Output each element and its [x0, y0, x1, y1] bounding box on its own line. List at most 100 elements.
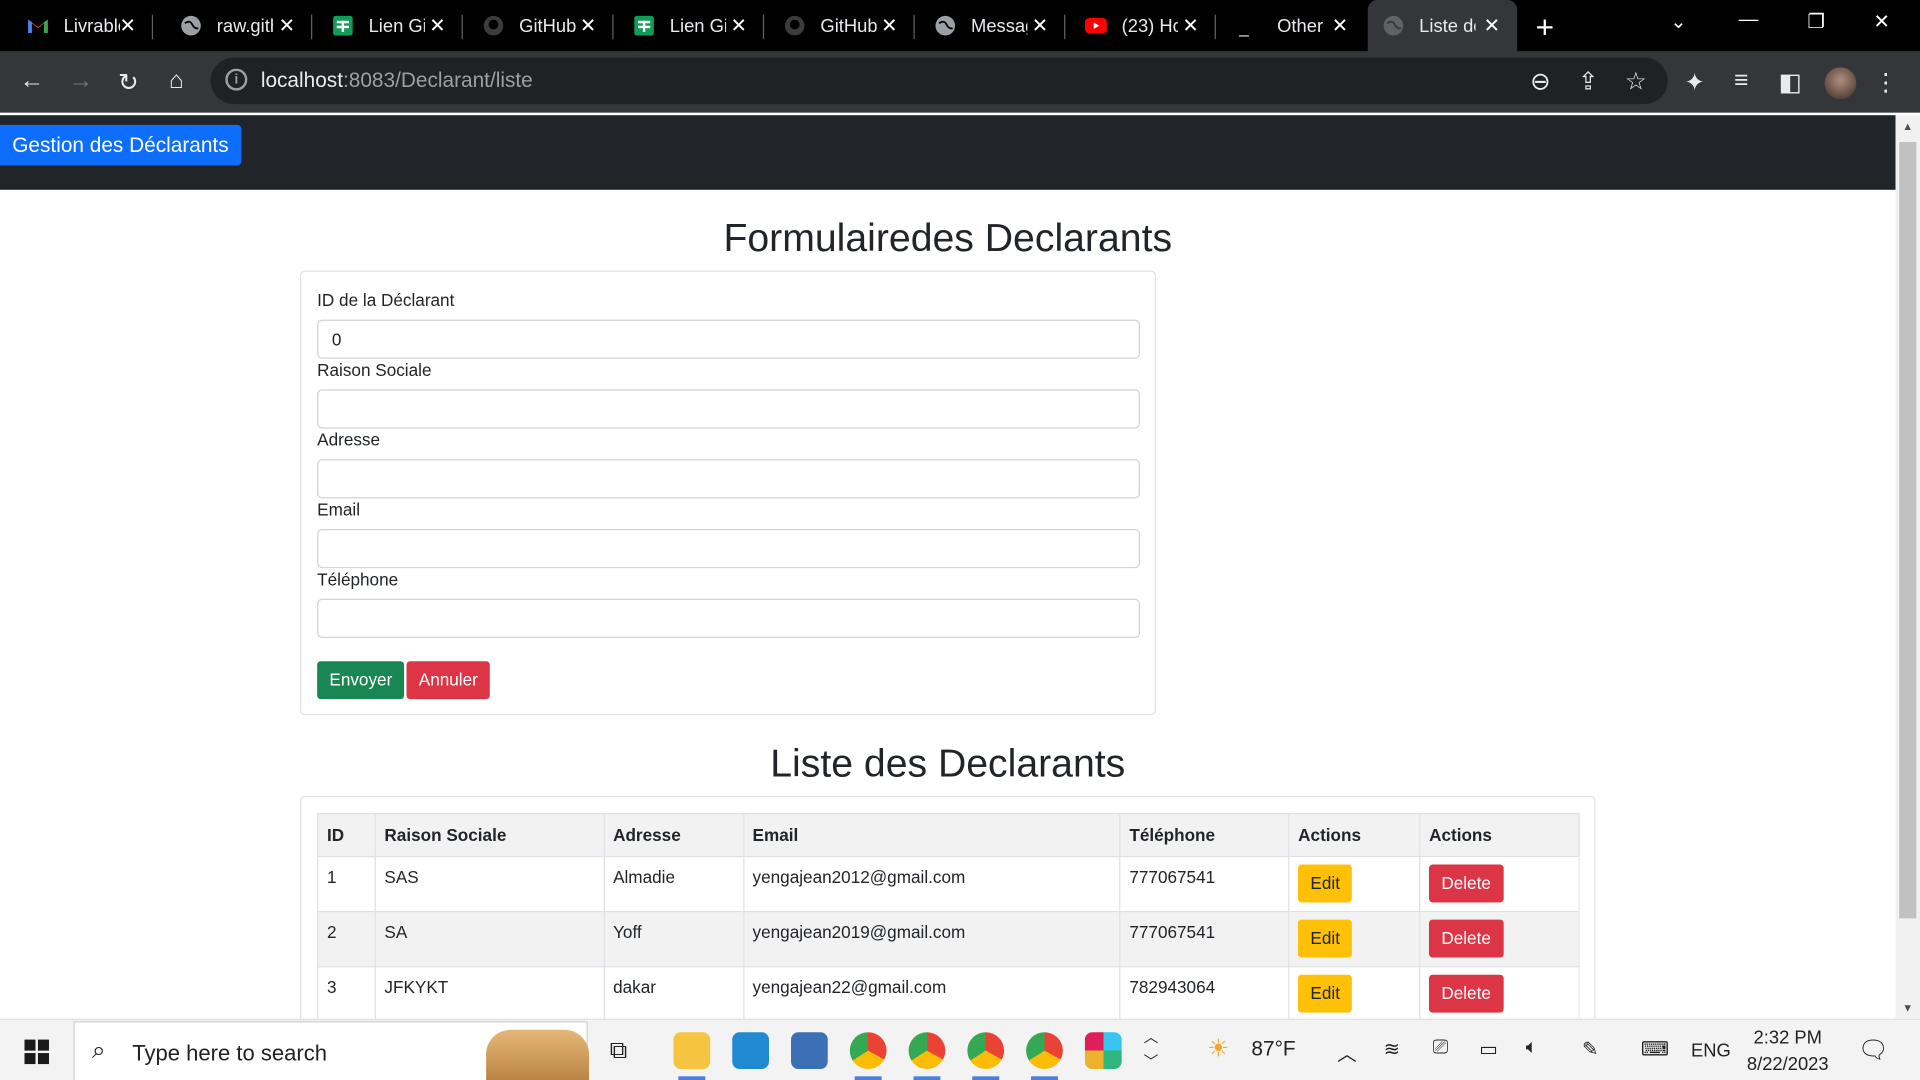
menu-kebab-icon[interactable]: ⋮: [1871, 67, 1900, 98]
youtube-icon: [1084, 15, 1107, 37]
close-window-icon[interactable]: ✕: [1873, 10, 1889, 34]
close-tab-icon[interactable]: ✕: [1332, 13, 1348, 37]
delete-button[interactable]: Delete: [1429, 919, 1504, 958]
tab-github[interactable]: GitHub ✕: [463, 0, 614, 51]
zoom-icon[interactable]: ⊖: [1526, 66, 1555, 97]
extensions-icon[interactable]: ✦: [1680, 67, 1709, 98]
navbar-brand[interactable]: Gestion des Déclarants: [0, 124, 241, 166]
edit-button[interactable]: Edit: [1298, 919, 1353, 958]
clock[interactable]: 2:32 PM 8/22/2023: [1739, 1025, 1837, 1079]
tab-search-icon[interactable]: ⌄: [1670, 10, 1686, 34]
close-tab-icon[interactable]: ✕: [1032, 13, 1048, 37]
table-row: 1 SAS Almadie yengajean2012@gmail.com 77…: [317, 855, 1580, 913]
weather-temperature[interactable]: 87°F: [1251, 1037, 1295, 1061]
telephone-input[interactable]: [317, 598, 1141, 638]
close-tab-icon[interactable]: ✕: [1484, 13, 1500, 37]
cell-delete: Delete: [1419, 966, 1580, 1019]
minimize-icon[interactable]: —: [1739, 10, 1759, 32]
scrollbar-thumb[interactable]: [1899, 142, 1917, 919]
raison-sociale-input[interactable]: [317, 389, 1141, 429]
task-view-icon[interactable]: ⧉: [610, 1037, 627, 1065]
keyboard-icon[interactable]: ⌨: [1641, 1037, 1669, 1061]
windows-start-icon[interactable]: [24, 1039, 49, 1065]
adresse-input[interactable]: [317, 459, 1141, 499]
tab-title: (23) Home: [1121, 15, 1178, 37]
submit-button[interactable]: Envoyer: [317, 661, 405, 700]
meet-now-icon[interactable]: ⎚: [1433, 1037, 1449, 1059]
tab-livrable[interactable]: Livrable ✕: [0, 0, 154, 51]
page-scrollbar[interactable]: ▲ ▼: [1895, 115, 1920, 1019]
tab-messages[interactable]: Messages ✕: [915, 0, 1066, 51]
tab-title: Liste des Declarants: [1419, 15, 1475, 37]
close-tab-icon[interactable]: ✕: [120, 13, 136, 37]
close-tab-icon[interactable]: ✕: [731, 13, 747, 37]
edit-button[interactable]: Edit: [1298, 864, 1353, 903]
side-panel-icon[interactable]: ◧: [1776, 67, 1805, 98]
info-icon[interactable]: i: [225, 68, 248, 91]
cell-telephone: 782943064: [1119, 966, 1290, 1019]
tab-liste-declarants[interactable]: Liste des Declarants ✕: [1367, 0, 1518, 52]
email-input[interactable]: [317, 528, 1141, 569]
pen-icon[interactable]: ✎: [1582, 1037, 1598, 1061]
address-bar[interactable]: i localhost:8083/Declarant/liste ⊖ ⇪ ☆: [210, 57, 1668, 105]
close-tab-icon[interactable]: ✕: [881, 13, 897, 37]
close-tab-icon[interactable]: ✕: [279, 13, 295, 37]
search-placeholder: Type here to search: [132, 1040, 328, 1066]
tab-other[interactable]: _ Other ✕: [1216, 0, 1365, 51]
cell-raison-sociale: SAS: [374, 855, 605, 913]
show-hidden-icons-icon[interactable]: ︿: [1337, 1037, 1357, 1066]
reload-icon[interactable]: ↻: [114, 67, 143, 98]
forward-icon[interactable]: →: [66, 67, 95, 95]
app-icon[interactable]: [791, 1032, 828, 1069]
tab-title: GitHub: [820, 15, 877, 37]
bookmark-star-icon[interactable]: ☆: [1621, 66, 1650, 97]
tab-github-2[interactable]: GitHub ✕: [764, 0, 915, 51]
tab-title: GitHub: [519, 15, 576, 37]
slack-icon[interactable]: [1084, 1032, 1122, 1069]
tab-title: Lien GitHub: [368, 15, 425, 37]
cancel-button[interactable]: Annuler: [406, 661, 491, 700]
vscode-icon[interactable]: [732, 1032, 769, 1069]
clock-time: 2:32 PM: [1753, 1027, 1822, 1049]
tab-title: raw.githubusercontent: [216, 15, 273, 37]
scroll-down-arrow-icon[interactable]: ▼: [1896, 1002, 1920, 1014]
github-icon: [784, 15, 806, 37]
restore-icon[interactable]: ❐: [1807, 10, 1825, 34]
battery-icon[interactable]: ▭: [1479, 1037, 1498, 1061]
column-header-id: ID: [317, 813, 376, 858]
chrome-icon[interactable]: [908, 1032, 946, 1080]
tab-youtube[interactable]: (23) Home ✕: [1065, 0, 1216, 51]
page-viewport: Gestion des Déclarants Formulairedes Dec…: [0, 115, 1896, 1019]
new-tab-icon[interactable]: +: [1536, 9, 1555, 47]
close-tab-icon[interactable]: ✕: [429, 13, 445, 37]
wifi-icon[interactable]: ≋: [1384, 1037, 1400, 1061]
delete-button[interactable]: Delete: [1429, 864, 1504, 903]
url-text[interactable]: localhost:8083/Declarant/liste: [261, 69, 533, 93]
chrome-icon[interactable]: [1026, 1032, 1063, 1080]
declarant-form-card: ID de la Déclarant Raison Sociale Adress…: [300, 270, 1156, 716]
volume-icon[interactable]: 🔈︎: [1526, 1037, 1538, 1059]
scroll-up-arrow-icon[interactable]: ▲: [1896, 120, 1920, 132]
taskbar-search-box[interactable]: ⌕ Type here to search: [73, 1021, 589, 1080]
tab-lien-github[interactable]: Lien GitHub ✕: [312, 0, 463, 51]
share-icon[interactable]: ⇪: [1573, 66, 1602, 97]
back-icon[interactable]: ←: [17, 67, 46, 95]
id-input[interactable]: [317, 319, 1141, 359]
media-control-icon[interactable]: ≡: [1727, 67, 1756, 95]
notifications-icon[interactable]: 🗨︎: [1858, 1035, 1889, 1066]
close-tab-icon[interactable]: ✕: [1182, 13, 1198, 37]
tab-raw-github[interactable]: raw.githubusercontent ✕: [153, 0, 313, 51]
language-indicator[interactable]: ENG: [1691, 1041, 1731, 1062]
scroll-taskbar-icon[interactable]: ︿ ﹀: [1144, 1025, 1159, 1074]
raison-sociale-label: Raison Sociale: [317, 360, 432, 380]
chrome-icon[interactable]: [967, 1032, 1005, 1080]
edit-button[interactable]: Edit: [1298, 974, 1353, 1013]
delete-button[interactable]: Delete: [1429, 974, 1504, 1013]
tab-title: Livrable: [63, 15, 120, 37]
chrome-icon[interactable]: [849, 1032, 887, 1080]
file-explorer-icon[interactable]: [673, 1032, 711, 1080]
tab-lien-github-2[interactable]: Lien GitHub ✕: [613, 0, 765, 51]
home-icon[interactable]: ⌂: [162, 67, 191, 95]
profile-avatar[interactable]: [1824, 67, 1857, 100]
close-tab-icon[interactable]: ✕: [580, 13, 596, 37]
